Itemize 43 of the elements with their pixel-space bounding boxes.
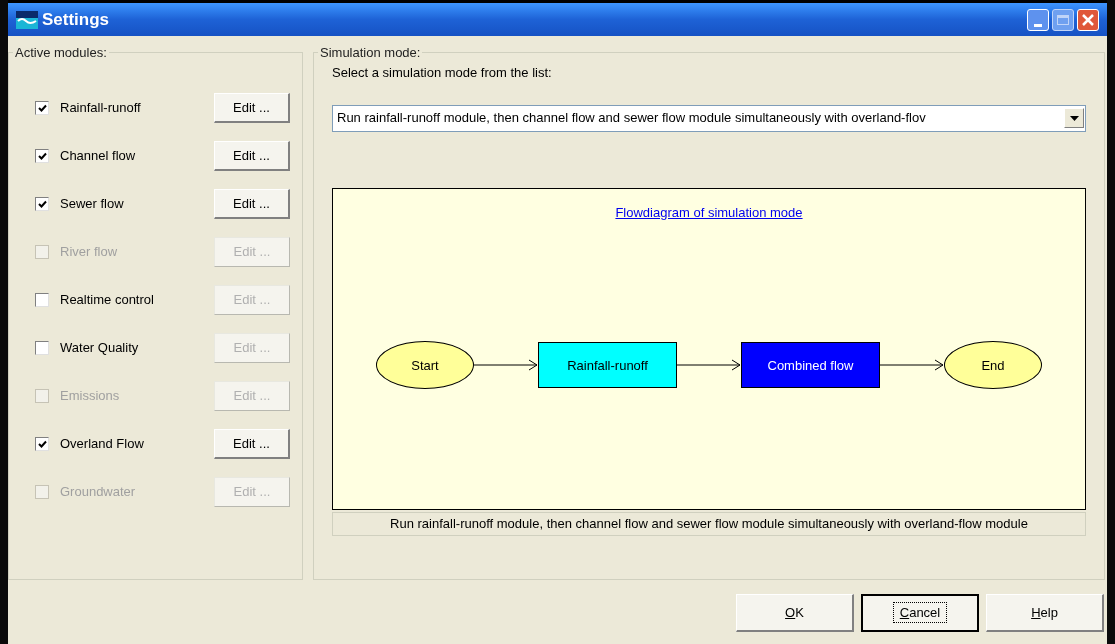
app-icon <box>16 10 38 29</box>
checkmark-icon <box>37 103 47 113</box>
close-icon <box>1082 13 1094 26</box>
select-prompt: Select a simulation mode from the list: <box>332 64 553 82</box>
minimize-button[interactable] <box>1027 8 1049 31</box>
checkmark-icon <box>37 439 47 449</box>
close-button[interactable] <box>1077 8 1099 31</box>
mode-dropdown[interactable]: Run rainfall-runoff module, then channel flow and sewer flow module simultaneously with overland-flov <box>332 104 1086 132</box>
checkbox[interactable] <box>35 437 49 451</box>
arrow-icon <box>474 359 538 372</box>
checkbox-label: Realtime control <box>60 291 154 310</box>
checkmark-icon <box>37 151 47 161</box>
checkmark-icon <box>37 199 47 209</box>
checkbox-label: Channel flow <box>60 147 136 166</box>
diagram-link[interactable]: Flowdiagram of simulation mode <box>615 202 803 222</box>
checkbox[interactable] <box>35 293 49 307</box>
checkbox-label: Emissions <box>60 387 120 406</box>
checkbox-label: River flow <box>60 243 118 262</box>
checkbox[interactable] <box>35 101 49 115</box>
process-node: Rainfall-runoff <box>538 342 677 389</box>
terminal-node: Start <box>376 341 474 390</box>
edit-button[interactable]: Edit ... <box>214 93 290 123</box>
edit-button[interactable]: Edit ... <box>214 189 290 219</box>
arrow-icon <box>677 359 741 372</box>
maximize-button[interactable] <box>1052 8 1074 31</box>
checkbox-label: Rainfall-runoff <box>60 99 141 118</box>
arrow-icon <box>880 359 944 372</box>
checkbox[interactable] <box>35 341 49 355</box>
edit-button[interactable]: Edit ... <box>214 141 290 171</box>
checkbox-label: Water Quality <box>60 339 139 358</box>
terminal-node: End <box>944 341 1042 390</box>
dialog-button[interactable]: Help <box>986 594 1104 632</box>
checkbox-label: Sewer flow <box>60 195 124 214</box>
mode-description: Run rainfall-runoff module, then channel flow and sewer flow module simultaneously with overland-flow module <box>332 511 1086 536</box>
window-title: Settings <box>42 8 111 31</box>
checkbox[interactable] <box>35 197 49 211</box>
dialog-button[interactable]: OK <box>736 594 854 632</box>
checkbox-label: Groundwater <box>60 483 136 502</box>
checkbox-label: Overland Flow <box>60 435 144 454</box>
process-node: Combined flow <box>741 342 880 389</box>
checkbox[interactable] <box>35 149 49 163</box>
dialog-button[interactable]: Cancel <box>861 594 979 632</box>
edit-button[interactable]: Edit ... <box>214 429 290 459</box>
